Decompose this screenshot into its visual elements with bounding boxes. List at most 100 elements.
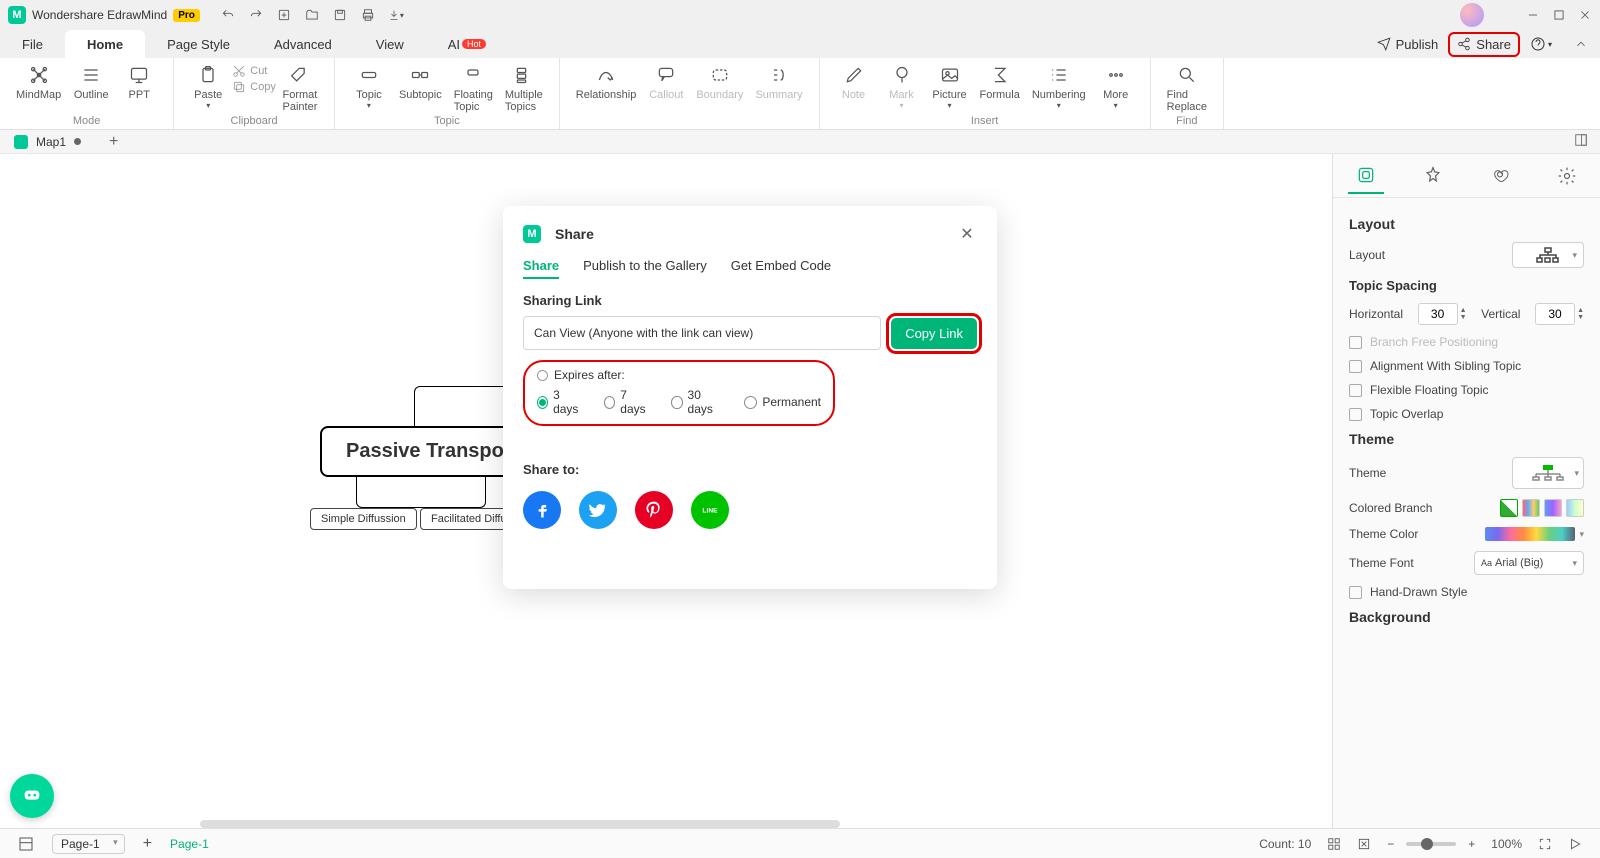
chat-fab-button[interactable] bbox=[10, 774, 54, 818]
facebook-icon[interactable] bbox=[523, 491, 561, 529]
print-icon[interactable] bbox=[360, 7, 376, 23]
tab-layout-icon[interactable] bbox=[1574, 133, 1596, 150]
horizontal-input[interactable] bbox=[1418, 303, 1458, 325]
close-icon[interactable] bbox=[1578, 8, 1592, 22]
relationship-button[interactable]: Relationship bbox=[570, 62, 643, 103]
modal-tab-embed[interactable]: Get Embed Code bbox=[731, 258, 831, 279]
zoom-in-button[interactable]: + bbox=[1460, 837, 1483, 851]
outline-button[interactable]: Outline bbox=[67, 62, 115, 103]
menu-home[interactable]: Home bbox=[65, 30, 145, 58]
subtopic-button[interactable]: Subtopic bbox=[393, 62, 448, 103]
sidebar-tab-icon[interactable] bbox=[1482, 158, 1518, 194]
collapse-ribbon-icon[interactable] bbox=[1574, 37, 1588, 51]
sidebar-tab-style[interactable] bbox=[1415, 158, 1451, 194]
add-tab-button[interactable]: + bbox=[101, 133, 126, 151]
mark-button[interactable]: Mark▾ bbox=[878, 62, 926, 112]
alignment-checkbox[interactable] bbox=[1349, 360, 1362, 373]
export-icon[interactable]: ▾ bbox=[388, 7, 404, 23]
line-icon[interactable]: LINE bbox=[691, 491, 729, 529]
picture-button[interactable]: Picture▾ bbox=[926, 62, 974, 112]
floating-topic-button[interactable]: Floating Topic bbox=[448, 62, 499, 115]
user-avatar[interactable] bbox=[1460, 3, 1484, 27]
view-grid-icon[interactable] bbox=[1319, 837, 1349, 851]
picture-icon bbox=[939, 64, 961, 86]
expire-7days-radio[interactable]: 7 days bbox=[604, 388, 649, 416]
swatch-2[interactable] bbox=[1522, 499, 1540, 517]
page-selector[interactable]: Page-1▾ bbox=[52, 834, 125, 854]
open-icon[interactable] bbox=[304, 7, 320, 23]
swatch-3[interactable] bbox=[1544, 499, 1562, 517]
menu-page-style[interactable]: Page Style bbox=[145, 30, 252, 58]
expire-3days-radio[interactable]: 3 days bbox=[537, 388, 582, 416]
more-button[interactable]: More▾ bbox=[1092, 62, 1140, 112]
summary-icon bbox=[768, 64, 790, 86]
expire-30days-radio[interactable]: 30 days bbox=[671, 388, 722, 416]
numbering-button[interactable]: Numbering▾ bbox=[1026, 62, 1092, 112]
layout-heading: Layout bbox=[1349, 216, 1584, 232]
new-icon[interactable] bbox=[276, 7, 292, 23]
formula-button[interactable]: Formula bbox=[974, 62, 1026, 103]
topic-button[interactable]: Topic▾ bbox=[345, 62, 393, 112]
format-painter-button[interactable]: Format Painter bbox=[276, 62, 324, 115]
undo-icon[interactable] bbox=[220, 7, 236, 23]
save-icon[interactable] bbox=[332, 7, 348, 23]
page-tab-1[interactable]: Page-1 bbox=[160, 837, 219, 851]
modal-tab-share[interactable]: Share bbox=[523, 258, 559, 279]
theme-dropdown[interactable]: ▾ bbox=[1512, 457, 1584, 489]
help-button[interactable]: ▾ bbox=[1530, 36, 1552, 52]
maximize-icon[interactable] bbox=[1552, 8, 1566, 22]
minimize-icon[interactable] bbox=[1526, 8, 1540, 22]
layout-dropdown[interactable]: ▾ bbox=[1512, 242, 1584, 268]
horizontal-scrollbar[interactable] bbox=[200, 820, 840, 828]
spin-buttons[interactable]: ▲▼ bbox=[1460, 307, 1467, 321]
zoom-slider[interactable] bbox=[1406, 842, 1456, 846]
menu-view[interactable]: View bbox=[354, 30, 426, 58]
menu-advanced[interactable]: Advanced bbox=[252, 30, 354, 58]
swatch-1[interactable] bbox=[1500, 499, 1518, 517]
copy-button[interactable]: Copy bbox=[232, 80, 276, 94]
hand-drawn-checkbox[interactable] bbox=[1349, 586, 1362, 599]
outline-status-icon[interactable] bbox=[10, 836, 42, 852]
share-button[interactable]: Share bbox=[1448, 32, 1520, 57]
document-tab-map1[interactable]: Map1 bbox=[4, 130, 101, 154]
twitter-icon[interactable] bbox=[579, 491, 617, 529]
sidebar-tab-layout[interactable] bbox=[1348, 158, 1384, 194]
theme-font-dropdown[interactable]: AaArial (Big)▾ bbox=[1474, 551, 1584, 575]
theme-color-strip[interactable] bbox=[1485, 527, 1575, 541]
flex-float-checkbox[interactable] bbox=[1349, 384, 1362, 397]
branch-free-checkbox[interactable] bbox=[1349, 336, 1362, 349]
cut-button[interactable]: Cut bbox=[232, 64, 276, 78]
modal-close-icon[interactable]: ✕ bbox=[957, 224, 977, 244]
sidebar-tab-settings[interactable] bbox=[1549, 158, 1585, 194]
menu-file[interactable]: File bbox=[0, 30, 65, 58]
vertical-input[interactable] bbox=[1535, 303, 1575, 325]
fullscreen-icon[interactable] bbox=[1530, 837, 1560, 851]
boundary-button[interactable]: Boundary bbox=[690, 62, 749, 103]
note-button[interactable]: Note bbox=[830, 62, 878, 103]
theme-color-chevron[interactable]: ▾ bbox=[1579, 529, 1584, 540]
spin-buttons[interactable]: ▲▼ bbox=[1577, 307, 1584, 321]
add-page-button[interactable]: + bbox=[135, 835, 160, 853]
paste-button[interactable]: Paste▾ bbox=[184, 62, 232, 112]
copy-link-button[interactable]: Copy Link bbox=[891, 318, 977, 349]
mindmap-button[interactable]: MindMap bbox=[10, 62, 67, 103]
publish-button[interactable]: Publish bbox=[1377, 37, 1439, 52]
pinterest-icon[interactable] bbox=[635, 491, 673, 529]
redo-icon[interactable] bbox=[248, 7, 264, 23]
summary-button[interactable]: Summary bbox=[749, 62, 808, 103]
swatch-4[interactable] bbox=[1566, 499, 1584, 517]
zoom-out-button[interactable]: − bbox=[1379, 837, 1402, 851]
overlap-checkbox[interactable] bbox=[1349, 408, 1362, 421]
permission-dropdown[interactable]: Can View (Anyone with the link can view) bbox=[523, 316, 881, 350]
find-replace-button[interactable]: Find Replace bbox=[1161, 62, 1213, 115]
present-icon[interactable] bbox=[1560, 837, 1590, 851]
callout-button[interactable]: Callout bbox=[642, 62, 690, 103]
multiple-topics-button[interactable]: Multiple Topics bbox=[499, 62, 549, 115]
fit-icon[interactable] bbox=[1349, 837, 1379, 851]
zoom-value[interactable]: 100% bbox=[1483, 837, 1530, 851]
modal-tab-publish[interactable]: Publish to the Gallery bbox=[583, 258, 707, 279]
ppt-button[interactable]: PPT bbox=[115, 62, 163, 103]
expire-permanent-radio[interactable]: Permanent bbox=[744, 388, 821, 416]
mindmap-sub-node[interactable]: Simple Diffussion bbox=[310, 508, 417, 530]
menu-ai[interactable]: AIHot bbox=[426, 30, 508, 58]
